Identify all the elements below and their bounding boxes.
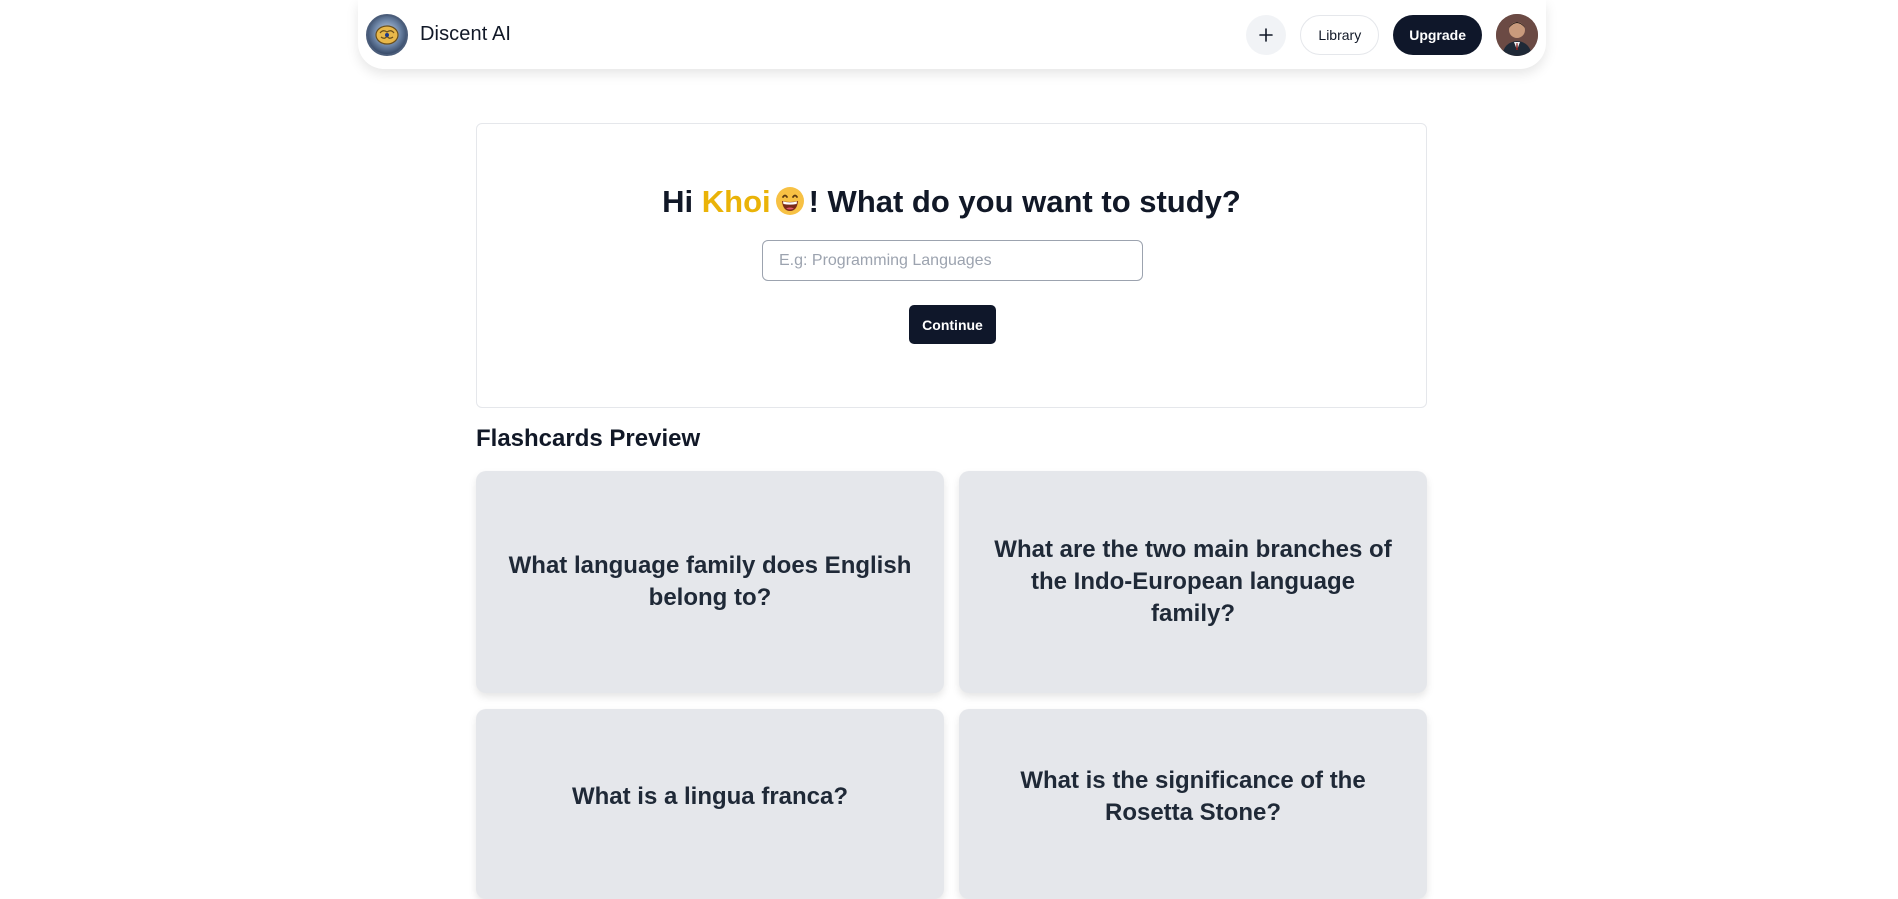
- grinning-face-emoji-icon: [775, 187, 804, 215]
- greeting-prefix: Hi: [662, 184, 702, 219]
- flashcard-question: What is the significance of the Rosetta …: [1020, 767, 1366, 826]
- brand-home-link[interactable]: Discent AI: [366, 13, 512, 56]
- brain-logo-icon: [366, 13, 408, 56]
- greeting-heading: Hi Khoi ! What do you want to study?: [477, 184, 1426, 220]
- continue-button[interactable]: Continue: [909, 305, 996, 344]
- top-navbar: Discent AI Library Upgrade: [358, 0, 1546, 69]
- new-button[interactable]: [1246, 14, 1287, 55]
- flashcard[interactable]: What is the significance of the Rosetta …: [959, 709, 1427, 899]
- flashcard-question: What is a lingua franca?: [571, 783, 849, 810]
- header-actions: Library Upgrade: [1246, 13, 1538, 56]
- flashcard[interactable]: What language family does English belong…: [476, 471, 944, 693]
- flashcard-question: What are the two main branches of the In…: [994, 536, 1392, 627]
- flashcard[interactable]: What are the two main branches of the In…: [959, 471, 1427, 693]
- user-avatar[interactable]: [1496, 13, 1538, 56]
- flashcard[interactable]: What is a lingua franca?: [476, 709, 944, 899]
- study-prompt-card: Hi Khoi ! What do you want to study? Con…: [476, 123, 1427, 408]
- avatar-image: [1496, 13, 1538, 56]
- brand-name: Discent AI: [420, 23, 512, 45]
- greeting-suffix: ! What do you want to study?: [808, 184, 1241, 219]
- upgrade-button[interactable]: Upgrade: [1393, 14, 1482, 55]
- flashcard-question: What language family does English belong…: [508, 552, 912, 611]
- library-button[interactable]: Library: [1300, 14, 1380, 55]
- study-topic-input[interactable]: [762, 240, 1143, 281]
- plus-icon: [1259, 27, 1274, 42]
- user-name: Khoi: [701, 184, 771, 219]
- flashcards-preview-heading: Flashcards Preview: [476, 425, 701, 452]
